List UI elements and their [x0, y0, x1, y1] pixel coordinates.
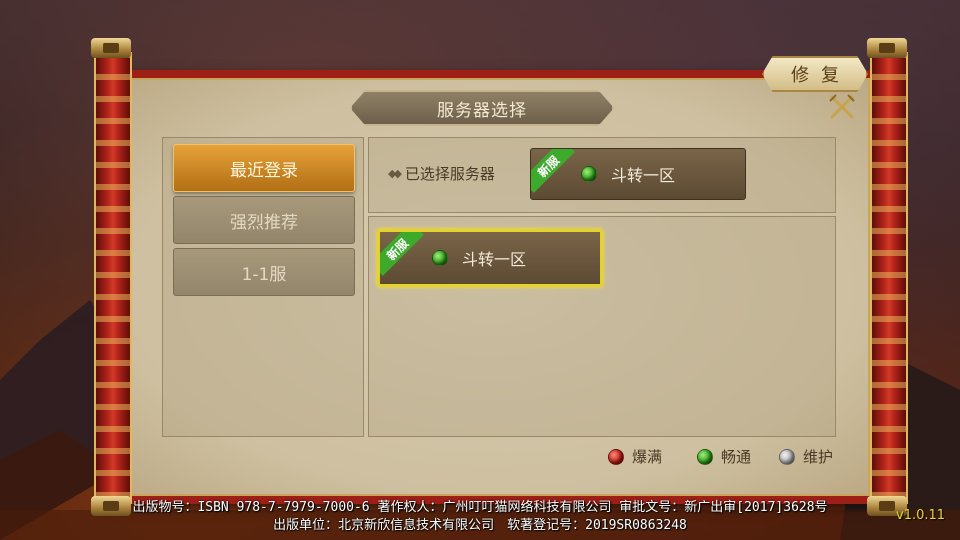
tab-label: 强烈推荐 — [230, 212, 298, 233]
scroll-rod-left — [94, 52, 132, 504]
scroll-rod-right — [870, 52, 908, 504]
repair-button[interactable]: 修复 — [762, 56, 868, 92]
tab-server-1-1[interactable]: 1-1服 — [173, 248, 355, 296]
close-button[interactable] — [826, 92, 858, 122]
footer-publisher-info: 出版单位：北京新欣信息技术有限公司 软著登记号：2019SR0863248 — [273, 518, 687, 533]
tab-label: 最近登录 — [230, 160, 298, 181]
status-green-icon — [697, 448, 713, 465]
diamond-bullet-icon: ◆◆ — [388, 166, 402, 180]
selected-server-card[interactable]: 新服 斗转一区 — [530, 148, 746, 200]
repair-button-label: 修复 — [791, 65, 851, 86]
tab-panel: 最近登录 强烈推荐 1-1服 — [162, 137, 364, 437]
footer-publication-info: 出版物号：ISBN 978-7-7979-7000-6 著作权人：广州叮叮猫网络… — [132, 500, 828, 515]
tab-recent-login[interactable]: 最近登录 — [173, 144, 355, 192]
tab-recommended[interactable]: 强烈推荐 — [173, 196, 355, 244]
selected-server-label: ◆◆ 已选择服务器 — [388, 162, 495, 184]
status-red-icon — [608, 448, 624, 465]
status-green-icon — [432, 250, 448, 266]
close-x-icon — [829, 94, 855, 119]
version-label: v1.0.11 — [896, 508, 946, 523]
server-name: 斗转一区 — [462, 250, 527, 269]
status-green-icon — [581, 166, 597, 182]
legend-label: 畅通 — [721, 448, 752, 466]
selected-server-label-text: 已选择服务器 — [404, 164, 495, 183]
new-server-badge: 新服 — [531, 149, 575, 193]
rod-cap — [867, 38, 907, 58]
legend-label: 爆满 — [632, 448, 663, 466]
legend-smooth: 畅通 — [697, 446, 751, 467]
rod-cap — [91, 38, 131, 58]
legend-label: 维护 — [803, 448, 834, 466]
title-plate: 服务器选择 — [350, 90, 614, 126]
legend-full: 爆满 — [608, 446, 662, 467]
page-title: 服务器选择 — [437, 100, 527, 121]
status-gray-icon — [779, 448, 795, 465]
tab-label: 1-1服 — [241, 264, 287, 285]
legend-maintenance: 维护 — [779, 446, 833, 467]
new-server-badge: 新服 — [380, 232, 424, 276]
server-list-item[interactable]: 新服 斗转一区 — [377, 229, 603, 287]
server-name: 斗转一区 — [611, 166, 676, 185]
